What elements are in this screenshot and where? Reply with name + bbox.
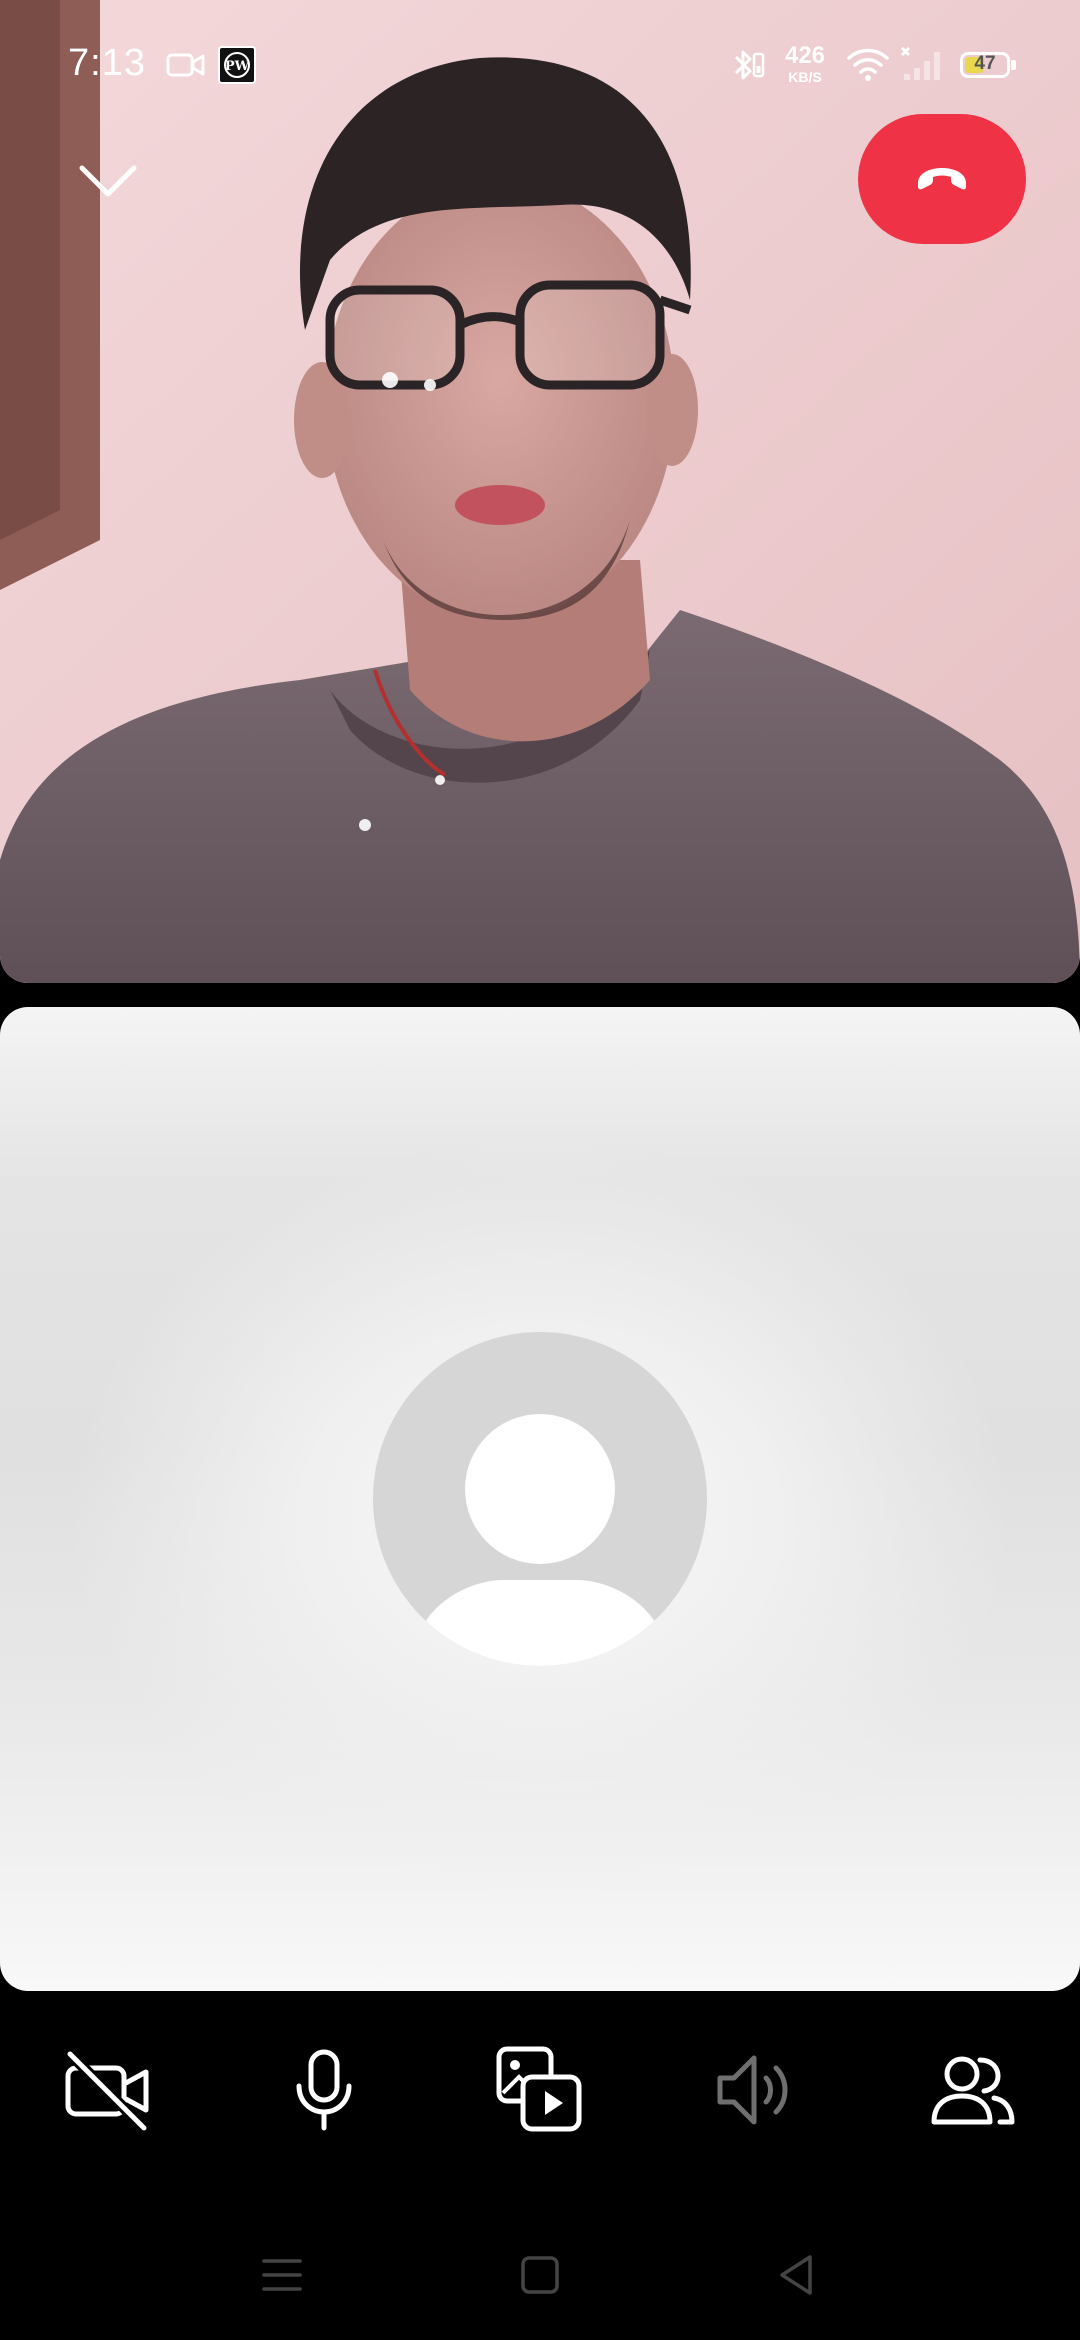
media-share-icon [496,2046,582,2132]
chevron-down-icon [79,165,137,197]
network-speed: 426 KB/S [782,42,828,85]
participants-icon [931,2056,1015,2125]
svg-text:PW: PW [225,59,250,74]
network-speed-unit: KB/S [788,69,822,85]
end-call-button[interactable] [858,114,1026,244]
status-bar: 7:13 PW 426 KB/S 47 [0,0,1080,130]
speaker-button[interactable] [706,2040,806,2140]
toggle-microphone-button[interactable] [274,2040,374,2140]
bluetooth-icon [730,46,766,89]
recent-apps-button[interactable] [242,2230,322,2320]
signal-icon [900,46,944,87]
battery-icon: 47 [960,52,1010,78]
home-icon [521,2256,559,2294]
share-media-button[interactable] [490,2040,590,2140]
status-time: 7:13 [68,42,146,84]
home-button[interactable] [500,2230,580,2320]
call-controls-bar [0,2040,1080,2140]
camera-off-icon [64,2048,150,2132]
back-button[interactable] [756,2230,836,2320]
battery-tip [1011,60,1016,70]
network-speed-value: 426 [784,42,826,69]
video-camera-icon [166,50,206,85]
battery-level: 47 [974,53,996,74]
microphone-icon [296,2049,352,2131]
wifi-icon [846,46,890,87]
back-icon [780,2255,812,2295]
system-navigation-bar [0,2230,1080,2320]
menu-icon [262,2259,302,2291]
speaker-icon [717,2055,788,2125]
participants-button[interactable] [922,2040,1022,2140]
phone-hangup-icon [918,168,966,190]
app-notification-icon: PW [218,46,256,89]
local-video-tile[interactable] [0,1007,1080,1991]
avatar [373,1332,707,1666]
person-placeholder-icon [425,1414,655,1666]
toggle-camera-button[interactable] [58,2040,158,2140]
minimize-call-button[interactable] [68,150,148,214]
